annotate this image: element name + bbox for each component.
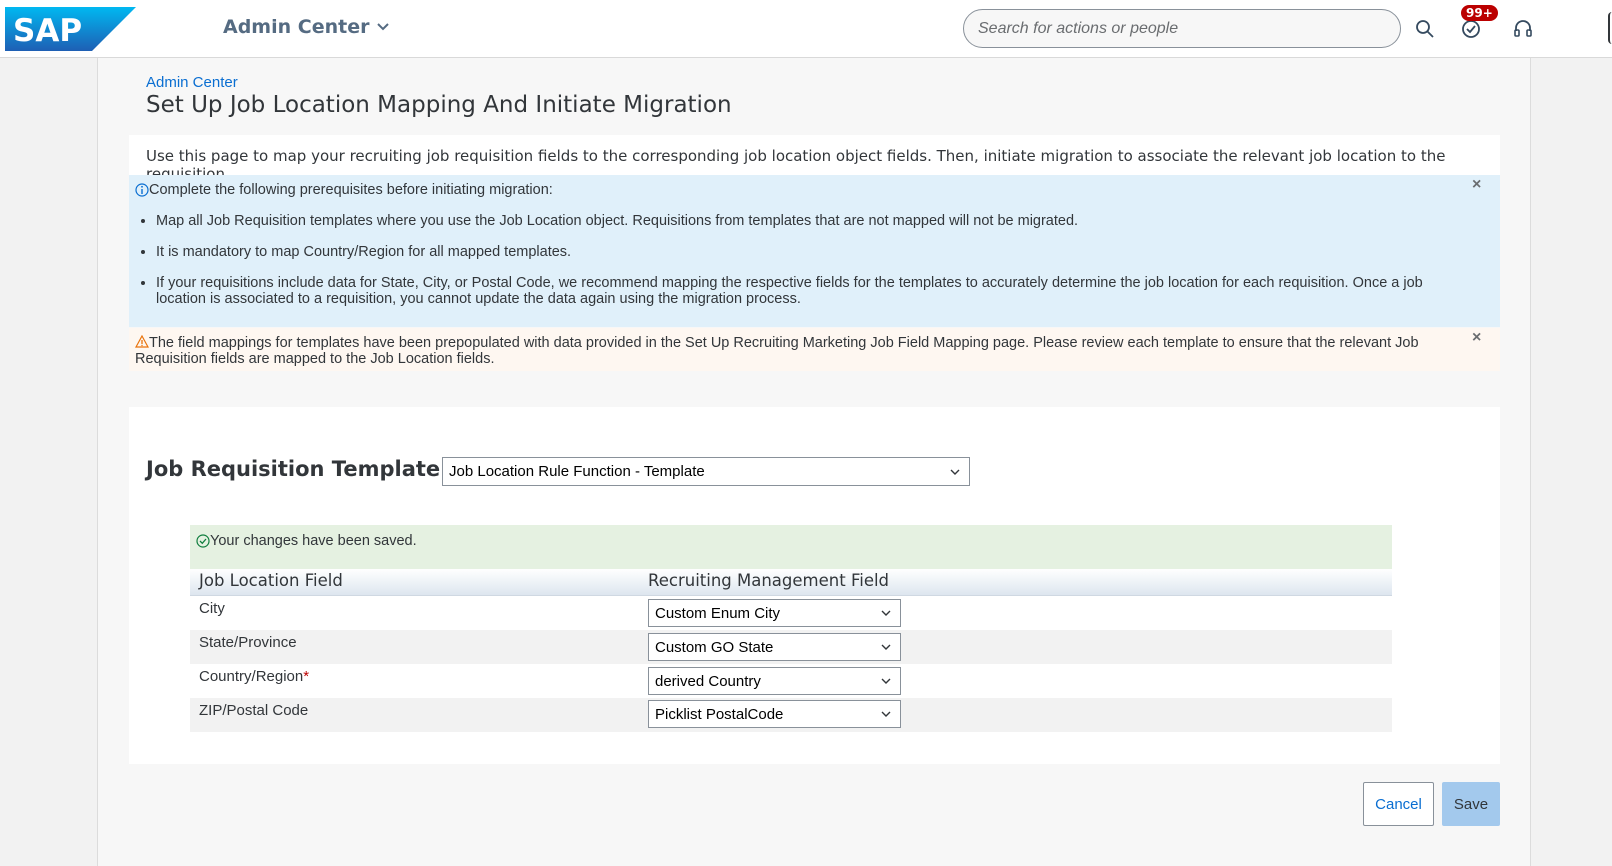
warning-icon [134,334,150,348]
avatar-edge[interactable] [1608,12,1612,44]
app-title: Admin Center [223,16,370,38]
search-input[interactable] [964,10,1400,47]
cancel-button[interactable]: Cancel [1363,782,1434,826]
search-icon[interactable] [1412,16,1438,42]
select-value: Custom Enum City [655,604,781,622]
success-message-strip: Your changes have been saved. [190,525,1392,569]
template-select[interactable]: Job Location Rule Function - Template [442,457,970,486]
info-message-strip: Complete the following prerequisites bef… [129,175,1500,327]
breadcrumb-admin-center[interactable]: Admin Center [146,74,238,91]
warning-text-wrap: The field mappings for templates have be… [134,334,1475,367]
required-marker: * [303,668,310,685]
page-title: Set Up Job Location Mapping And Initiate… [146,92,732,118]
country-mapping-select[interactable]: derived Country [648,667,901,695]
sap-logo[interactable]: SAP [5,7,136,51]
select-value: derived Country [655,672,761,690]
shell-bar: SAP Admin Center 99+ [0,0,1612,58]
description-panel: Use this page to map your recruiting job… [129,135,1500,183]
state-mapping-select[interactable]: Custom GO State [648,633,901,661]
info-icon [135,183,149,197]
warning-message-strip: The field mappings for templates have be… [129,328,1500,371]
notification-badge: 99+ [1461,5,1498,21]
chevron-down-icon [950,469,960,475]
list-item: If your requisitions include data for St… [156,275,1476,307]
list-item: It is mandatory to map Country/Region fo… [156,244,1476,260]
chevron-down-icon [881,678,891,684]
postal-code-mapping-select[interactable]: Picklist PostalCode [648,700,901,728]
field-label: ZIP/Postal Code [199,702,309,719]
check-circle-icon [196,534,210,548]
column-header-recruiting: Recruiting Management Field [648,571,890,590]
info-heading-text: Complete the following prerequisites bef… [149,182,553,198]
success-text-wrap: Your changes have been saved. [196,533,417,549]
template-label: Job Requisition Template [146,457,441,481]
table-row: State/Province Custom GO State [190,630,1392,664]
svg-text:SAP: SAP [13,13,82,49]
city-mapping-select[interactable]: Custom Enum City [648,599,901,627]
save-button[interactable]: Save [1442,782,1500,826]
mapping-panel: Job Requisition Template Job Location Ru… [129,407,1500,764]
chevron-down-icon [881,610,891,616]
success-text: Your changes have been saved. [210,533,417,549]
close-warning-icon[interactable]: × [1472,329,1481,347]
select-value: Picklist PostalCode [655,705,784,723]
column-header-job-location: Job Location Field [199,571,343,590]
chevron-down-icon [881,644,891,650]
search-field[interactable] [963,9,1401,48]
table-row: Country/Region* derived Country [190,664,1392,698]
field-label: Country/Region* [199,668,310,685]
table-row: City Custom Enum City [190,596,1392,630]
chevron-down-icon [881,711,891,717]
prerequisite-list: Map all Job Requisition templates where … [156,213,1476,322]
page-content: Admin Center Set Up Job Location Mapping… [97,58,1531,866]
headset-icon[interactable] [1510,16,1536,42]
table-header: Job Location Field Recruiting Management… [190,569,1392,596]
select-value: Custom GO State [655,638,774,656]
list-item: Map all Job Requisition templates where … [156,213,1476,229]
chevron-down-icon [377,23,390,31]
field-label: State/Province [199,634,297,651]
warning-text: The field mappings for templates have be… [135,335,1419,367]
table-row: ZIP/Postal Code Picklist PostalCode [190,698,1392,732]
template-selected-value: Job Location Rule Function - Template [449,463,705,480]
app-menu-button[interactable]: Admin Center [223,16,390,38]
field-label: City [199,600,225,617]
close-info-icon[interactable]: × [1472,176,1481,194]
info-heading: Complete the following prerequisites bef… [135,182,553,198]
